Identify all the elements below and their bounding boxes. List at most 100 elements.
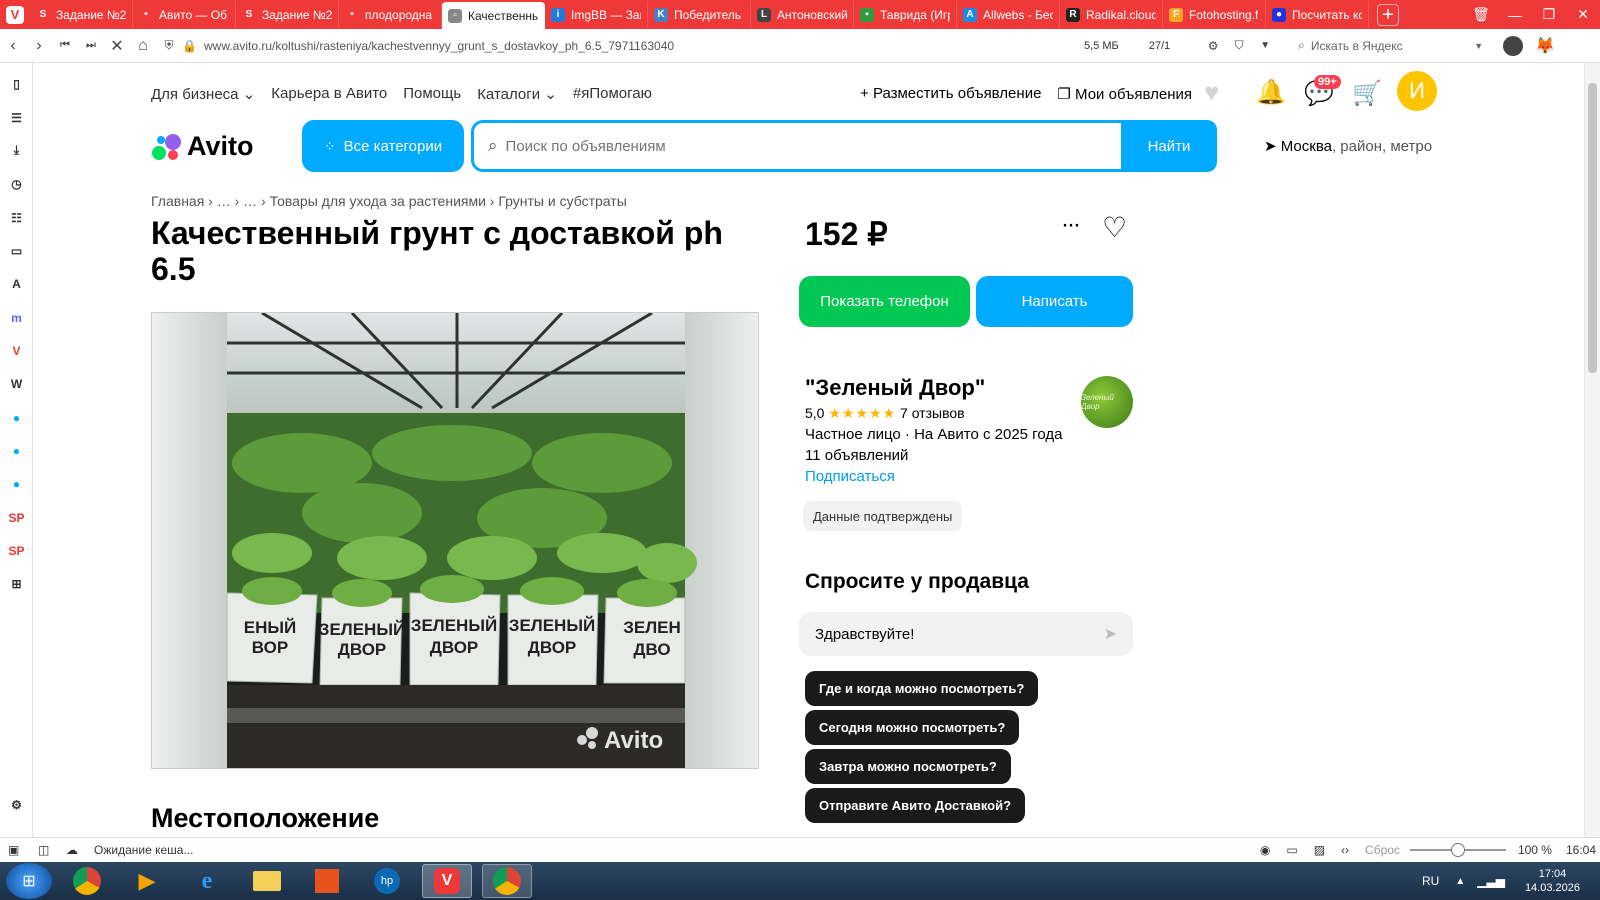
vivaldi-menu-icon[interactable]: V <box>0 0 30 29</box>
page-scrollbar[interactable] <box>1584 63 1600 837</box>
panel-toggle-icon[interactable]: ▣ <box>8 843 24 857</box>
ie-taskbar-icon[interactable]: e <box>182 864 232 898</box>
favorites-icon[interactable]: ♥ <box>1204 77 1219 108</box>
seller-ads-count[interactable]: 11 объявлений <box>805 447 1062 464</box>
rewind-icon[interactable]: ⏮ <box>52 39 78 52</box>
profile-icon[interactable] <box>1503 35 1524 56</box>
seller-avatar[interactable]: Зеленый Двор <box>1081 376 1133 428</box>
new-tab-button[interactable]: + <box>1377 3 1399 26</box>
all-categories-button[interactable]: ⁘ Все категории <box>302 120 464 172</box>
scrollbar-thumb[interactable] <box>1588 83 1597 373</box>
listing-photo[interactable]: ЕНЫЙ ВОР ЗЕЛЕНЫЙ ДВОР ЗЕЛЕНЫЙ ДВОР ЗЕЛЕН… <box>151 312 759 769</box>
dropdown-icon[interactable]: ▼ <box>1252 40 1278 51</box>
home-icon[interactable]: ⌂ <box>130 37 156 55</box>
browser-tab[interactable]: i ImgBB — Заг <box>545 1 648 28</box>
seller-name[interactable]: "Зеленый Двор" <box>805 375 1062 401</box>
my-ads-link[interactable]: ❐ Мои объявления <box>1057 85 1192 103</box>
office-taskbar-icon[interactable] <box>302 864 352 898</box>
history-icon[interactable]: ◷ <box>8 175 25 192</box>
sp-panel-icon[interactable]: SP <box>8 509 25 526</box>
browser-tab[interactable]: S Задание №2 <box>30 1 133 28</box>
clock[interactable]: 17:04 14.03.2026 <box>1525 867 1580 895</box>
avito-panel-icon[interactable]: ● <box>8 475 25 492</box>
subscribe-link[interactable]: Подписаться <box>805 468 1062 485</box>
window-icon[interactable]: ▭ <box>8 242 25 259</box>
cloud-icon[interactable]: ☁ <box>66 843 82 857</box>
avito-panel-icon[interactable]: ● <box>8 409 25 426</box>
forward-icon[interactable]: › <box>26 37 52 55</box>
media-player-taskbar-icon[interactable]: ▶ <box>122 864 172 898</box>
avito-logo[interactable]: Avito <box>151 131 254 162</box>
quick-question-chip[interactable]: Где и когда можно посмотреть? <box>805 671 1039 706</box>
nav-business[interactable]: Для бизнеса ⌄ <box>151 85 255 103</box>
quick-question-chip[interactable]: Сегодня можно посмотреть? <box>805 710 1020 745</box>
notes-icon[interactable]: ☷ <box>8 209 25 226</box>
extension-icon[interactable]: ⚙ <box>1200 39 1226 53</box>
hp-taskbar-icon[interactable]: hp <box>362 864 412 898</box>
minimize-button[interactable]: — <box>1498 0 1532 29</box>
translate-icon[interactable]: A <box>8 275 25 292</box>
post-ad-link[interactable]: + Разместить объявление <box>860 85 1041 103</box>
location-selector[interactable]: ➤ Москва, район, метро <box>1264 137 1432 155</box>
browser-tab[interactable]: ● Посчитать ко <box>1266 1 1369 28</box>
browser-tab[interactable]: ▪ Таврида (Игр <box>854 1 957 28</box>
browser-tab[interactable]: R Radikal.cloud <box>1060 1 1163 28</box>
ask-seller-input[interactable]: Здравствуйте! ➤ <box>799 612 1133 656</box>
notifications-icon[interactable]: 🔔 <box>1256 78 1286 107</box>
reading-list-icon[interactable]: ☰ <box>8 109 25 126</box>
show-phone-button[interactable]: Показать телефон <box>799 276 970 327</box>
download-icon[interactable]: ⤓ <box>8 142 25 159</box>
language-indicator[interactable]: RU <box>1422 874 1439 888</box>
wikipedia-icon[interactable]: W <box>8 375 25 392</box>
yandex-search[interactable]: ⌕ Искать в Яндекс ▼ <box>1298 35 1483 57</box>
vivaldi-icon[interactable]: V <box>8 342 25 359</box>
zoom-slider[interactable] <box>1409 842 1506 858</box>
browser-tab[interactable]: F Fotohosting.f <box>1163 1 1266 28</box>
settings-icon[interactable]: ⚙ <box>8 796 25 813</box>
url-field[interactable]: www.avito.ru/koltushi/rasteniya/kachestv… <box>204 39 1084 53</box>
zoom-reset-button[interactable]: Сброс <box>1365 843 1400 857</box>
browser-tab[interactable]: L Антоновский <box>751 1 854 28</box>
nav-help[interactable]: Помощь <box>403 85 461 103</box>
tiling-icon[interactable]: ◫ <box>38 843 54 857</box>
avito-panel-icon[interactable]: ● <box>8 442 25 459</box>
send-icon[interactable]: ➤ <box>1104 624 1117 644</box>
nav-help-tag[interactable]: #яПомогаю <box>573 85 652 103</box>
browser-tab[interactable]: A Allwebs - Бес <box>957 1 1060 28</box>
mastodon-icon[interactable]: m <box>8 309 25 326</box>
search-input[interactable] <box>497 124 1121 168</box>
maximize-button[interactable]: ❐ <box>1532 0 1566 29</box>
user-avatar[interactable]: И <box>1397 71 1437 111</box>
favorite-heart-icon[interactable]: ♡ <box>1102 211 1127 244</box>
search-button[interactable]: Найти <box>1121 120 1217 172</box>
page-tiling-icon[interactable]: ▭ <box>1286 843 1297 857</box>
fast-forward-icon[interactable]: ⏭ <box>78 39 104 52</box>
capture-icon[interactable]: ◉ <box>1260 843 1270 857</box>
stop-icon[interactable]: ✕ <box>104 36 130 56</box>
bookmark-icon[interactable]: ⛉ <box>1226 38 1252 53</box>
close-window-button[interactable]: ✕ <box>1566 0 1600 29</box>
bookmark-icon[interactable]: ▯ <box>8 75 25 92</box>
yandex-search-input[interactable]: Искать в Яндекс <box>1311 39 1403 53</box>
fox-icon[interactable]: 🦊 <box>1535 36 1555 56</box>
sp-panel-icon[interactable]: SP <box>8 542 25 559</box>
nav-career[interactable]: Карьера в Авито <box>271 85 387 103</box>
browser-tab[interactable]: K Победитель <box>648 1 751 28</box>
add-panel-icon[interactable]: ⊞ <box>8 575 25 592</box>
network-icon[interactable]: ▁▃▅ <box>1477 874 1505 888</box>
quick-question-chip[interactable]: Отправите Авито Доставкой? <box>805 788 1026 823</box>
back-icon[interactable]: ‹ <box>0 37 26 55</box>
code-icon[interactable]: ‹› <box>1341 843 1349 857</box>
browser-tab[interactable]: S Задание №2 <box>236 1 339 28</box>
trash-icon[interactable]: 🗑 <box>1464 0 1498 29</box>
reviews-link[interactable]: 7 отзывов <box>900 405 965 421</box>
chrome-taskbar-icon[interactable] <box>62 864 112 898</box>
more-options-icon[interactable]: ··· <box>1061 211 1081 239</box>
start-button[interactable]: ⊞ <box>6 863 52 899</box>
ask-input-value[interactable]: Здравствуйте! <box>815 626 914 643</box>
image-icon[interactable]: ▨ <box>1314 843 1325 857</box>
write-button[interactable]: Написать <box>976 276 1133 327</box>
zoom-slider-knob[interactable] <box>1450 843 1465 857</box>
browser-tab[interactable]: • плодородна <box>339 1 442 28</box>
browser-tab[interactable]: • Авито — Об <box>133 1 236 28</box>
